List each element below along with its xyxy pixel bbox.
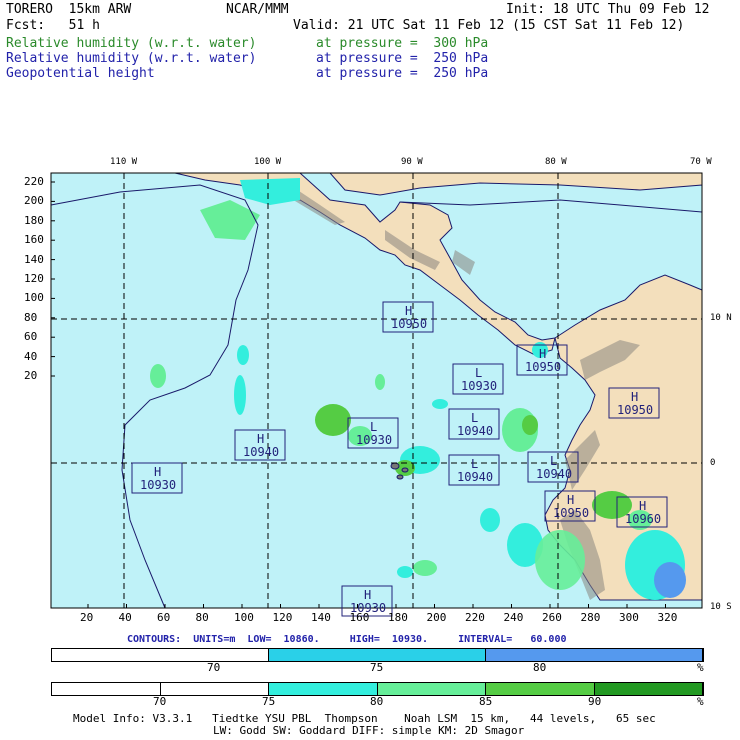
colorbar2-label-80: 80	[370, 695, 384, 708]
y-tick-label: 100	[24, 291, 44, 305]
x-tick-label: 60	[157, 611, 171, 624]
center-type: L	[471, 457, 478, 471]
center-type: H	[567, 493, 574, 507]
x-tick-label: 160	[349, 611, 370, 624]
lat-label-10s: 10 S	[710, 602, 732, 612]
colorbar-segment	[160, 683, 269, 695]
y-tick-label: 80	[24, 310, 38, 324]
colorbar2-label-75: 75	[262, 695, 276, 708]
y-tick-label: 120	[24, 272, 44, 285]
center-value: 10930	[461, 379, 497, 393]
y-tick-label: 60	[24, 330, 38, 344]
colorbar1-label-75: 75	[370, 661, 384, 674]
weather-map: H10950H10950L10930H10950L10930L10940H109…	[50, 172, 703, 617]
y-tick-label: 40	[24, 349, 38, 363]
colorbar-segment	[594, 683, 703, 695]
center-value: 10940	[536, 467, 572, 481]
center-value: 10960	[625, 512, 661, 526]
colorbar-segment	[486, 649, 703, 661]
x-tick-label: 120	[272, 611, 293, 624]
center-type: L	[471, 411, 478, 425]
center-value: 10940	[457, 424, 493, 438]
center-type: L	[550, 454, 557, 468]
center-value: 10940	[457, 470, 493, 484]
x-tick-label: 260	[542, 611, 562, 624]
colorbar-segment	[269, 649, 486, 661]
y-tick-label: 220	[24, 175, 44, 188]
colorbar2-label-90: 90	[588, 695, 602, 708]
x-tick-label: 280	[580, 611, 601, 624]
x-tick-label: 40	[118, 611, 132, 624]
lon-label-80w: 80 W	[545, 157, 567, 167]
y-tick-label: 140	[24, 252, 44, 266]
y-tick-label: 180	[24, 213, 44, 227]
lat-label-10n: 10 N	[710, 313, 732, 323]
colorbar-segment	[377, 683, 486, 695]
lon-label-100w: 100 W	[254, 157, 282, 167]
x-tick-label: 220	[465, 611, 485, 624]
y-tick-label: 200	[24, 194, 44, 208]
colorbar2-label-85: 85	[479, 695, 493, 708]
colorbar1-label-70: 70	[207, 661, 221, 674]
center-type: H	[364, 588, 371, 602]
x-tick-label: 100	[234, 611, 254, 624]
lon-label-90w: 90 W	[401, 157, 423, 167]
center-type: L	[475, 366, 482, 380]
center-value: 10950	[525, 360, 561, 374]
model-info-line-2: LW: Godd SW: Goddard DIFF: simple KM: 2D…	[213, 724, 525, 737]
center-type: H	[257, 432, 264, 446]
x-tick-label: 240	[503, 611, 524, 624]
y-tick-label: 160	[24, 233, 44, 247]
colorbar-300hpa	[51, 682, 704, 696]
x-tick-label: 320	[657, 611, 678, 624]
x-tick-label: 200	[426, 611, 447, 624]
center-value: 10950	[553, 506, 589, 520]
center-value: 10950	[391, 317, 427, 331]
x-tick-label: 300	[619, 611, 639, 624]
x-tick-label: 80	[195, 611, 209, 624]
colorbar-segment	[486, 683, 595, 695]
colorbar-segment	[52, 649, 269, 661]
center-value: 10930	[140, 478, 176, 492]
center-value: 10940	[243, 445, 279, 459]
colorbar1-label-80: 80	[533, 661, 547, 674]
lon-label-110w: 110 W	[110, 157, 138, 167]
colorbar1-unit: %	[697, 661, 704, 674]
colorbar-250hpa	[51, 648, 704, 662]
contour-info: CONTOURS: UNITS=m LOW= 10860. HIGH= 1093…	[127, 634, 567, 645]
center-type: L	[370, 420, 377, 434]
center-type: H	[631, 390, 638, 404]
lat-label-0: 0	[710, 458, 716, 468]
center-value: 10930	[356, 433, 392, 447]
colorbar-segment	[52, 683, 161, 695]
lon-label-70w: 70 W	[690, 157, 712, 167]
x-tick-label: 20	[80, 611, 94, 624]
center-type: H	[639, 499, 646, 513]
colorbar2-label-70: 70	[153, 695, 167, 708]
x-tick-label: 180	[388, 611, 408, 624]
center-type: H	[154, 465, 161, 479]
center-value: 10950	[617, 403, 653, 417]
colorbar-segment	[269, 683, 378, 695]
y-tick-label: 20	[24, 369, 38, 382]
center-type: H	[539, 347, 546, 361]
colorbar2-unit: %	[697, 695, 704, 708]
x-tick-label: 140	[311, 611, 331, 624]
center-type: H	[405, 304, 412, 318]
